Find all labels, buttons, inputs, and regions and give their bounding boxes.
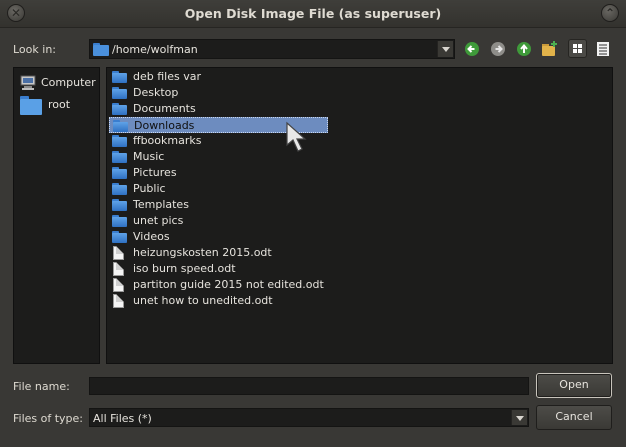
list-item-label: Desktop — [133, 86, 179, 99]
folder-icon — [112, 71, 127, 83]
list-item-label: deb files var — [133, 70, 201, 83]
list-item-label: partiton guide 2015 not edited.odt — [133, 278, 324, 291]
folder-icon — [112, 103, 127, 115]
document-icon — [113, 294, 124, 308]
window-title: Open Disk Image File (as superuser) — [184, 6, 442, 21]
folder-icon — [112, 151, 127, 163]
place-label: Computer — [41, 76, 96, 89]
look-in-label: Look in: — [13, 43, 56, 56]
forward-arrow-icon[interactable] — [489, 40, 507, 58]
folder-icon — [112, 215, 127, 227]
folder-icon — [112, 135, 127, 147]
list-item-label: iso burn speed.odt — [133, 262, 236, 275]
title-bar[interactable]: Open Disk Image File (as superuser) ✕ ⌃ — [0, 0, 626, 28]
chevron-down-icon[interactable] — [437, 41, 453, 57]
folder-icon — [112, 87, 127, 99]
folder-list-item[interactable]: Desktop — [109, 85, 325, 101]
list-item-label: Downloads — [134, 119, 195, 132]
folder-list-item[interactable]: Templates — [109, 197, 325, 213]
look-in-combo[interactable]: /home/wolfman — [89, 39, 455, 59]
file-list-item[interactable]: partiton guide 2015 not edited.odt — [109, 277, 325, 293]
files-of-type-value: All Files (*) — [93, 412, 152, 425]
list-item-label: Videos — [133, 230, 170, 243]
list-item-label: unet how to unedited.odt — [133, 294, 273, 307]
folder-icon — [93, 43, 109, 56]
list-item-label: heizungskosten 2015.odt — [133, 246, 272, 259]
list-item-label: Pictures — [133, 166, 177, 179]
file-list-item[interactable]: iso burn speed.odt — [109, 261, 325, 277]
file-list-item[interactable]: unet how to unedited.odt — [109, 293, 325, 309]
folder-list-item[interactable]: Documents — [109, 101, 325, 117]
place-item-root[interactable]: root — [18, 94, 98, 116]
back-arrow-icon[interactable] — [463, 40, 481, 58]
folder-list-item[interactable]: deb files var — [109, 69, 325, 85]
folder-icon — [112, 199, 127, 211]
list-item-label: Documents — [133, 102, 196, 115]
list-item-label: unet pics — [133, 214, 184, 227]
folder-icon — [112, 167, 127, 179]
up-arrow-icon[interactable] — [515, 40, 533, 58]
folder-icon — [20, 96, 42, 115]
folder-list-item[interactable]: unet pics — [109, 213, 325, 229]
chevron-down-icon[interactable] — [511, 410, 527, 425]
computer-icon — [20, 75, 36, 90]
file-name-label: File name: — [13, 380, 70, 393]
mouse-cursor-icon — [286, 121, 307, 152]
document-icon — [113, 262, 124, 276]
document-icon — [113, 246, 124, 260]
file-list-item[interactable]: heizungskosten 2015.odt — [109, 245, 325, 261]
close-icon[interactable]: ✕ — [7, 4, 25, 22]
open-dialog: Open Disk Image File (as superuser) ✕ ⌃ … — [0, 0, 626, 447]
new-folder-icon[interactable] — [541, 40, 559, 58]
folder-icon — [112, 183, 127, 195]
folder-icon — [112, 231, 127, 243]
file-name-input[interactable] — [89, 377, 529, 395]
folder-list-item[interactable]: Public — [109, 181, 325, 197]
folder-list-item[interactable]: Pictures — [109, 165, 325, 181]
places-sidebar: Computer root — [13, 67, 100, 364]
open-button[interactable]: Open — [536, 373, 612, 398]
icon-view-button[interactable] — [568, 39, 587, 58]
folder-icon — [113, 120, 128, 132]
files-of-type-label: Files of type: — [13, 412, 84, 425]
look-in-value: /home/wolfman — [112, 43, 198, 56]
list-item-label: Music — [133, 150, 165, 163]
maximize-icon[interactable]: ⌃ — [601, 4, 619, 22]
list-item-label: Public — [133, 182, 166, 195]
file-list: deb files var Desktop Documents Downloads ff… — [106, 67, 613, 364]
list-item-label: Templates — [133, 198, 189, 211]
document-icon — [113, 278, 124, 292]
detail-view-icon[interactable] — [594, 40, 612, 58]
place-label: root — [48, 98, 71, 111]
list-item-label: ffbookmarks — [133, 134, 202, 147]
grid-icon — [573, 44, 582, 53]
cancel-button[interactable]: Cancel — [536, 405, 612, 430]
files-of-type-combo[interactable]: All Files (*) — [89, 408, 529, 427]
place-item-computer[interactable]: Computer — [18, 72, 98, 94]
folder-list-item[interactable]: Videos — [109, 229, 325, 245]
